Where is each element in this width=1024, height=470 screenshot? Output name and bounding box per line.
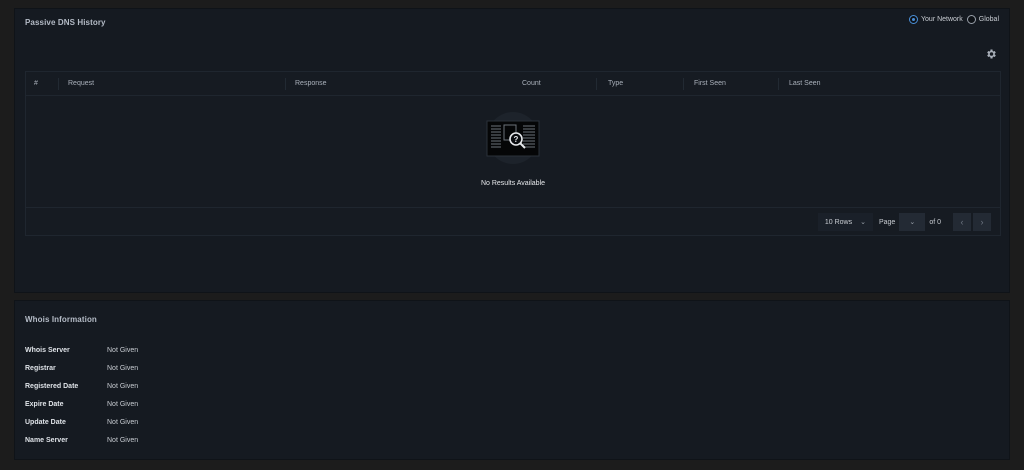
passive-dns-title: Passive DNS History	[25, 18, 106, 27]
column-separator	[778, 78, 779, 90]
column-separator	[683, 78, 684, 90]
scope-global-radio[interactable]: Global	[966, 15, 999, 24]
whois-key: Update Date	[25, 419, 66, 426]
chevron-down-icon: ⌄	[909, 219, 916, 226]
whois-key: Whois Server	[25, 347, 70, 354]
pagination: 10 Rows ⌄ Page ⌄ of 0 ‹ ›	[817, 213, 991, 231]
page-number-select[interactable]: ⌄	[899, 213, 926, 231]
radio-unchecked-icon	[966, 15, 976, 24]
chevron-right-icon: ›	[980, 217, 984, 227]
whois-value: Not Given	[107, 437, 139, 444]
column-header-number[interactable]: #	[34, 80, 38, 87]
whois-value: Not Given	[107, 347, 139, 354]
radio-checked-icon	[909, 15, 918, 24]
column-header-first-seen[interactable]: First Seen	[694, 80, 726, 87]
whois-key: Name Server	[25, 437, 68, 444]
divider	[26, 207, 1000, 208]
column-separator	[596, 78, 597, 90]
column-header-type[interactable]: Type	[608, 80, 623, 87]
column-header-response[interactable]: Response	[295, 80, 327, 87]
scope-your-network-label: Your Network	[921, 16, 963, 23]
rows-per-page-value: 10 Rows	[824, 218, 853, 226]
rows-per-page-select[interactable]: 10 Rows ⌄	[817, 213, 873, 231]
no-results-search-icon: ?	[481, 112, 545, 168]
column-header-count[interactable]: Count	[522, 80, 541, 87]
table-header: # Request Response Count Type First Seen…	[26, 72, 1000, 96]
next-page-button[interactable]: ›	[973, 213, 991, 231]
page-total-label: of 0	[929, 218, 941, 226]
svg-text:?: ?	[514, 135, 519, 144]
whois-value: Not Given	[107, 401, 139, 408]
scope-your-network-radio[interactable]: Your Network	[909, 15, 963, 24]
scope-global-label: Global	[978, 16, 999, 23]
whois-value: Not Given	[107, 365, 139, 372]
column-header-request[interactable]: Request	[68, 80, 94, 87]
column-header-last-seen[interactable]: Last Seen	[789, 80, 821, 87]
chevron-left-icon: ‹	[960, 217, 964, 227]
column-separator	[58, 78, 59, 90]
chevron-down-icon: ⌄	[860, 219, 866, 226]
no-results-text: No Results Available	[480, 180, 546, 187]
whois-value: Not Given	[107, 419, 139, 426]
column-separator	[285, 78, 286, 90]
whois-key: Registrar	[25, 365, 56, 372]
whois-value: Not Given	[107, 383, 139, 390]
whois-panel: Whois Information Whois Server Not Given…	[14, 300, 1010, 460]
whois-title: Whois Information	[25, 315, 97, 324]
dns-history-table: # Request Response Count Type First Seen…	[25, 71, 1001, 236]
previous-page-button[interactable]: ‹	[953, 213, 971, 231]
page-label: Page	[878, 218, 896, 226]
whois-key: Expire Date	[25, 401, 64, 408]
passive-dns-panel: Passive DNS History Your Network Global …	[14, 8, 1010, 293]
whois-key: Registered Date	[25, 383, 79, 390]
scope-radio-group: Your Network Global	[909, 15, 999, 24]
gear-icon[interactable]	[985, 47, 997, 59]
